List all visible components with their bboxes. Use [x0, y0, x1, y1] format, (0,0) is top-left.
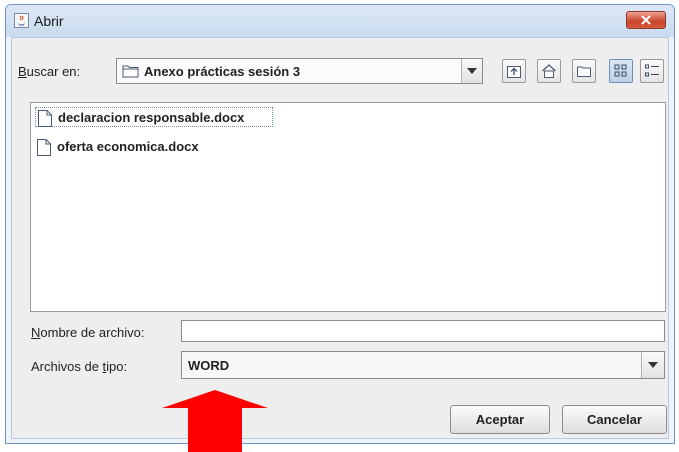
up-one-level-button[interactable]	[502, 59, 526, 83]
chevron-down-icon	[467, 68, 477, 74]
java-cup-icon	[14, 13, 29, 28]
list-view-icon	[614, 64, 627, 77]
list-item[interactable]: oferta economica.docx	[35, 137, 235, 157]
folder-icon	[122, 65, 139, 78]
home-button[interactable]	[537, 59, 561, 83]
list-item[interactable]: declaracion responsable.docx	[35, 107, 273, 127]
filetype-label: Archivos de tipo:	[31, 359, 128, 374]
filetype-value: WORD	[188, 358, 230, 373]
filename-label: Nombre de archivo:	[31, 325, 145, 340]
close-icon	[641, 15, 651, 25]
file-list[interactable]: declaracion responsable.docx oferta econ…	[30, 102, 666, 312]
file-name: oferta economica.docx	[57, 139, 199, 154]
list-view-button[interactable]	[609, 59, 633, 83]
home-icon	[542, 64, 556, 78]
new-folder-icon	[577, 66, 591, 77]
close-button[interactable]	[626, 11, 666, 29]
filename-input[interactable]	[181, 320, 665, 342]
look-in-dropdown-button[interactable]	[461, 59, 482, 83]
document-icon	[37, 139, 51, 156]
details-view-icon	[645, 64, 659, 77]
red-arrow-annotation	[162, 390, 268, 452]
title-bar[interactable]: Abrir	[6, 5, 674, 37]
cancel-button[interactable]: Cancelar	[562, 405, 667, 434]
window-title: Abrir	[34, 13, 64, 29]
details-view-button[interactable]	[640, 59, 664, 83]
new-folder-button[interactable]	[572, 59, 596, 83]
file-name: declaracion responsable.docx	[58, 110, 245, 125]
filetype-combobox[interactable]: WORD	[181, 351, 665, 379]
document-icon	[38, 110, 52, 127]
look-in-value: Anexo prácticas sesión 3	[144, 64, 301, 79]
look-in-combobox[interactable]: Anexo prácticas sesión 3	[116, 58, 483, 84]
accept-button[interactable]: Aceptar	[450, 405, 550, 434]
filetype-dropdown-button[interactable]	[641, 352, 664, 378]
look-in-label: Buscar en:	[18, 64, 81, 79]
chevron-down-icon	[648, 362, 658, 368]
up-folder-icon	[507, 66, 521, 78]
